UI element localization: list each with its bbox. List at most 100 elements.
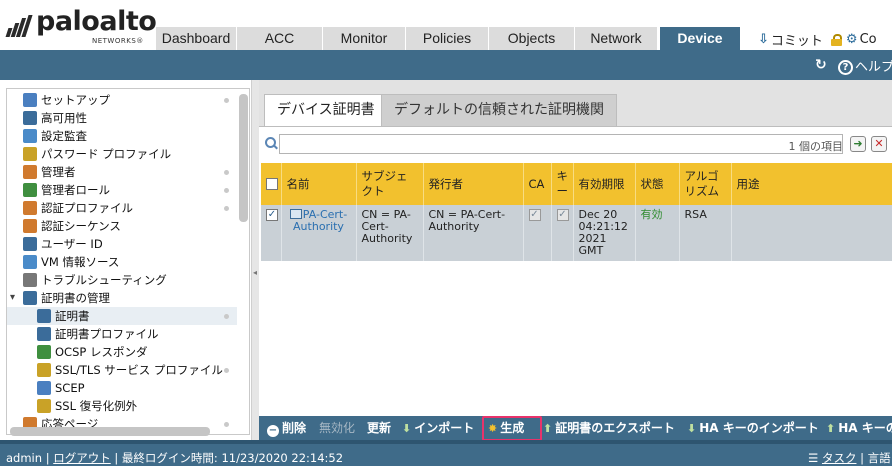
delete-button[interactable]: − 削除 [267, 419, 306, 437]
audit-icon [23, 129, 37, 143]
tab-device[interactable]: Device [659, 27, 740, 50]
help-icon: ? [838, 60, 853, 75]
export-certificate-button[interactable]: ⬆ 証明書のエクスポート [543, 419, 675, 437]
nav-item-label: 高可用性 [41, 111, 87, 125]
nav-item-label: SSL/TLS サービス プロファイル [55, 363, 223, 377]
bottom-toolbar: − 削除 無効化 更新 ⬇ インポート ✸ 生成 ⬆ 証明書のエクスポート ⬇ HA キー… [259, 416, 892, 441]
col-key[interactable]: キー [551, 163, 574, 205]
nav-item-label: VM 情報ソース [41, 255, 120, 269]
nav-item[interactable]: セットアップ [7, 91, 237, 109]
nav-horizontal-scrollbar[interactable] [10, 427, 210, 436]
certificate-icon [289, 209, 302, 219]
tab-network[interactable]: Network [574, 27, 657, 50]
collapse-arrow-icon[interactable]: ◂ [253, 268, 257, 277]
logo-bars-icon [5, 15, 34, 37]
nav-item-label: 証明書の管理 [41, 291, 110, 305]
lock-icon[interactable] [830, 33, 842, 46]
search-row: 1 個の項目 ➜ ✕ [263, 134, 892, 156]
col-subject[interactable]: サブジェクト [356, 163, 424, 205]
nav-item[interactable]: 認証プロファイル [7, 199, 237, 217]
language-link[interactable]: 言語 [868, 451, 891, 465]
nav-item[interactable]: トラブルシューティング [7, 271, 237, 289]
table-row[interactable]: ✓ PA-Cert-Authority CN = PA-Cert-Authori… [261, 205, 892, 261]
tab-trusted-cas[interactable]: デフォルトの信頼された証明機関 [381, 94, 617, 126]
app-header: paloalto NETWORKS® Dashboard ACC Monitor… [0, 0, 892, 50]
apply-filter-button[interactable]: ➜ [850, 136, 866, 152]
tab-device-certificates[interactable]: デバイス証明書 [264, 94, 388, 126]
select-all-checkbox[interactable] [266, 178, 278, 190]
pane-splitter[interactable] [251, 80, 259, 440]
expand-arrow-icon[interactable]: ▾ [10, 289, 15, 307]
col-issuer[interactable]: 発行者 [423, 163, 524, 205]
commit-icon: ⇩ [758, 32, 769, 47]
commit-link[interactable]: コミット [771, 30, 823, 49]
clear-filter-button[interactable]: ✕ [871, 136, 887, 152]
nav-item[interactable]: 証明書 [7, 307, 237, 325]
nav-item-label: トラブルシューティング [41, 273, 167, 287]
logo-wordmark: paloalto [36, 6, 157, 37]
disable-button[interactable]: 無効化 [319, 419, 355, 437]
config-link[interactable]: Co [860, 32, 877, 47]
nav-item[interactable]: OCSP レスポンダ [7, 343, 237, 361]
help-label: ヘルプ [855, 60, 892, 75]
logout-link[interactable]: ログアウト [53, 451, 111, 465]
nav-item[interactable]: SCEP [7, 379, 237, 397]
cert-profile-icon [37, 327, 51, 341]
nav-item-label: 認証シーケンス [41, 219, 121, 233]
col-usage[interactable]: 用途 [731, 163, 892, 205]
nav-item[interactable]: 設定監査 [7, 127, 237, 145]
nav-item[interactable]: SSL 復号化例外 [7, 397, 237, 415]
help-link[interactable]: ? ヘルプ [838, 56, 892, 75]
nav-item[interactable]: VM 情報ソース [7, 253, 237, 271]
table-header-row: 名前 サブジェクト 発行者 CA キー 有効期限 状態 アルゴリズム 用途 [261, 163, 892, 205]
sub-header-bar: ↻ ? ヘルプ [0, 50, 892, 80]
nav-item-label: 管理者 [41, 165, 76, 179]
scep-icon [37, 381, 51, 395]
export-icon: ⬆ [543, 422, 553, 435]
config-icon: ⚙ [845, 32, 858, 47]
renew-button[interactable]: 更新 [367, 419, 391, 437]
nav-item[interactable]: 認証シーケンス [7, 217, 237, 235]
generate-highlight-box [482, 416, 542, 441]
cell-usage [731, 205, 892, 261]
search-icon [265, 137, 277, 149]
col-expires[interactable]: 有効期限 [573, 163, 636, 205]
col-name[interactable]: 名前 [281, 163, 357, 205]
nav-item-label: 証明書プロファイル [55, 327, 159, 341]
ha-key-import-button[interactable]: ⬇ HA キーのインポート [687, 419, 819, 437]
nav-item[interactable]: 管理者 [7, 163, 237, 181]
tab-acc[interactable]: ACC [236, 27, 322, 50]
nav-item[interactable]: ユーザー ID [7, 235, 237, 253]
refresh-icon[interactable]: ↻ [815, 57, 827, 73]
select-all-header [261, 163, 282, 205]
tab-monitor[interactable]: Monitor [322, 27, 405, 50]
nav-item-label: 認証プロファイル [41, 201, 133, 215]
nav-status-dot [224, 170, 229, 175]
col-ca[interactable]: CA [523, 163, 552, 205]
nav-item[interactable]: 管理者ロール [7, 181, 237, 199]
tab-policies[interactable]: Policies [405, 27, 488, 50]
row-checkbox[interactable]: ✓ [266, 209, 278, 221]
header-actions: ⇩ コミット ⚙ Co [758, 30, 877, 49]
col-status[interactable]: 状態 [635, 163, 680, 205]
nav-vertical-scrollbar[interactable] [239, 94, 248, 222]
nav-status-dot [224, 98, 229, 103]
nav-item[interactable]: SSL/TLS サービス プロファイル [7, 361, 237, 379]
nav-item[interactable]: 高可用性 [7, 109, 237, 127]
delete-icon: − [267, 425, 279, 437]
nav-item[interactable]: ▾ 証明書の管理 [7, 289, 237, 307]
tasks-link[interactable]: タスク [822, 451, 857, 465]
footer-left: admin | ログアウト | 最終ログイン時間: 11/23/2020 22:… [6, 451, 344, 465]
ha-import-icon: ⬇ [687, 422, 697, 435]
ha-key-export-button[interactable]: ⬆ HA キーの [826, 419, 892, 437]
row-select-cell: ✓ [261, 205, 282, 261]
ca-checkbox: ✓ [528, 209, 541, 221]
certificate-icon [37, 309, 51, 323]
cell-subject: CN = PA-Cert-Authority [356, 205, 424, 261]
nav-item[interactable]: パスワード プロファイル [7, 145, 237, 163]
tab-objects[interactable]: Objects [488, 27, 574, 50]
import-button[interactable]: ⬇ インポート [402, 419, 474, 437]
nav-item[interactable]: 証明書プロファイル [7, 325, 237, 343]
tab-dashboard[interactable]: Dashboard [155, 27, 236, 50]
col-algorithm[interactable]: アルゴリズム [679, 163, 732, 205]
